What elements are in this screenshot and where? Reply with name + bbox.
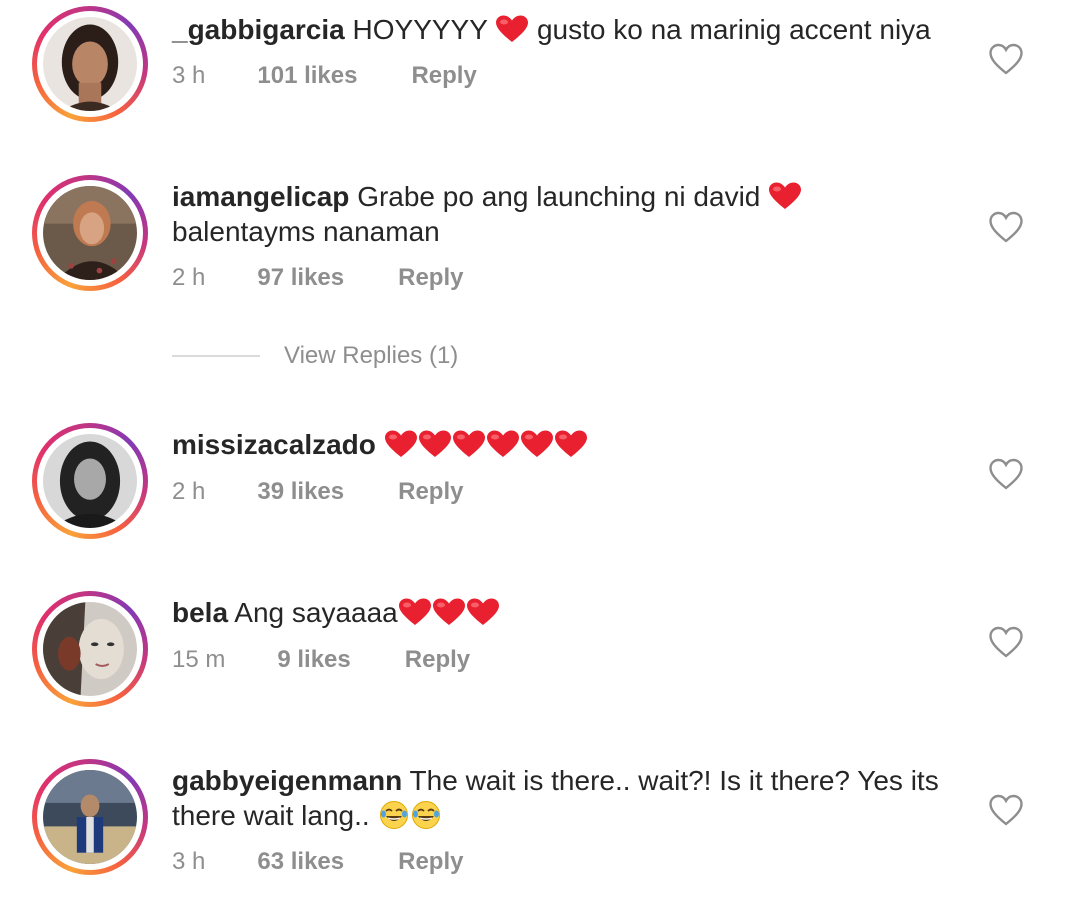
comment-likes-count[interactable]: 39 likes	[257, 478, 344, 506]
reply-button[interactable]: Reply	[398, 264, 463, 292]
comment-text-line2: balentayms nanaman	[172, 216, 440, 247]
comment-likes-count[interactable]: 97 likes	[257, 264, 344, 292]
view-replies-button[interactable]: View Replies (1)	[172, 342, 458, 370]
comment-timestamp: 3 h	[172, 62, 206, 89]
reply-button[interactable]: Reply	[398, 848, 463, 876]
comment-likes-count[interactable]: 63 likes	[257, 848, 344, 876]
comment-text-continued: gusto ko na marinig accent niya	[536, 14, 931, 45]
reply-button[interactable]: Reply	[398, 478, 463, 506]
red-heart-emoji-icon	[452, 430, 486, 458]
comment-text: HOYYYYY	[352, 14, 488, 45]
avatar[interactable]	[32, 423, 148, 539]
avatar[interactable]	[32, 591, 148, 707]
comment-username[interactable]: missizacalzado	[172, 429, 376, 460]
view-replies-label: View Replies (1)	[284, 342, 459, 369]
red-heart-emoji-icon	[384, 430, 418, 458]
heart-outline-icon[interactable]	[988, 43, 1024, 75]
avatar[interactable]	[32, 759, 148, 875]
heart-outline-icon[interactable]	[988, 458, 1024, 490]
avatar-photo	[43, 602, 137, 696]
avatar[interactable]	[32, 6, 148, 122]
red-heart-emoji-icon	[486, 430, 520, 458]
red-heart-emoji-icon	[520, 430, 554, 458]
comment-likes-count[interactable]: 9 likes	[277, 646, 350, 674]
comment-timestamp: 3 h	[172, 848, 206, 875]
comment-text: Ang sayaaaa	[234, 597, 398, 628]
avatar-photo	[43, 434, 137, 528]
comment-likes-count[interactable]: 101 likes	[257, 62, 357, 90]
avatar-photo	[43, 186, 137, 280]
red-heart-emoji-icon	[768, 182, 802, 210]
red-heart-emoji-icon	[398, 598, 432, 626]
divider-line	[172, 355, 260, 357]
comment-text: Grabe po ang launching ni david	[357, 181, 761, 212]
laughing-tears-emoji-icon	[411, 800, 441, 830]
comment-text-line2: there wait lang..	[172, 800, 370, 831]
laughing-tears-emoji-icon	[379, 800, 409, 830]
red-heart-emoji-icon	[495, 15, 529, 43]
comment-username[interactable]: bela	[172, 597, 228, 628]
comment-username[interactable]: _gabbigarcia	[172, 14, 345, 45]
comment-timestamp: 2 h	[172, 264, 206, 291]
reply-button[interactable]: Reply	[405, 646, 470, 674]
heart-outline-icon[interactable]	[988, 211, 1024, 243]
comment-username[interactable]: gabbyeigenmann	[172, 765, 402, 796]
red-heart-emoji-icon	[418, 430, 452, 458]
red-heart-emoji-icon	[466, 598, 500, 626]
avatar[interactable]	[32, 175, 148, 291]
heart-outline-icon[interactable]	[988, 794, 1024, 826]
comment-timestamp: 15 m	[172, 646, 226, 673]
red-heart-emoji-icon	[554, 430, 588, 458]
avatar-photo	[43, 770, 137, 864]
comment-text: The wait is there.. wait?! Is it there? …	[409, 765, 939, 796]
red-heart-emoji-icon	[432, 598, 466, 626]
avatar-photo	[43, 17, 137, 111]
comment-timestamp: 2 h	[172, 478, 206, 505]
heart-outline-icon[interactable]	[988, 626, 1024, 658]
reply-button[interactable]: Reply	[411, 62, 476, 90]
comment-username[interactable]: iamangelicap	[172, 181, 349, 212]
